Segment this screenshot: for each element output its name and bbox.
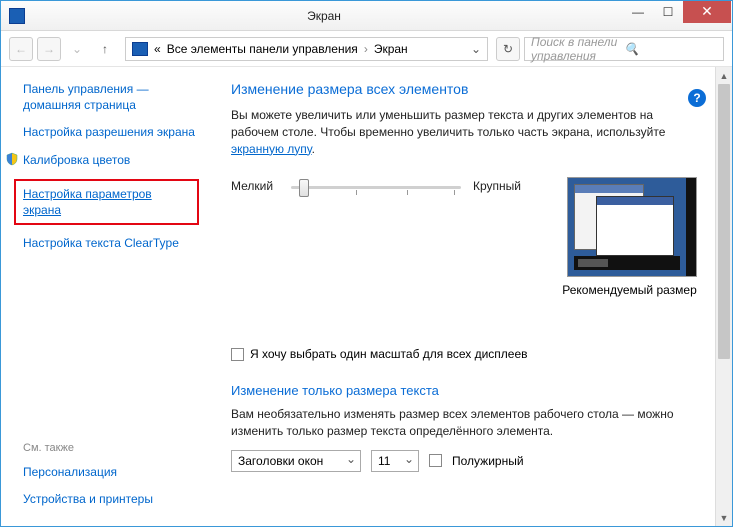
back-button[interactable]: ←: [9, 37, 33, 61]
scroll-up-button[interactable]: ▲: [716, 67, 732, 84]
slider-min-label: Мелкий: [231, 177, 281, 193]
size-select[interactable]: 11: [371, 450, 419, 472]
single-scale-checkbox[interactable]: [231, 348, 244, 361]
up-button[interactable]: ↑: [93, 37, 117, 61]
bold-checkbox[interactable]: [429, 454, 442, 467]
sidebar-home[interactable]: Панель управления — домашняя страница: [23, 81, 199, 113]
size-slider[interactable]: [291, 177, 461, 197]
breadcrumb-item-2[interactable]: Экран: [374, 42, 408, 56]
sidebar-calibration[interactable]: Калибровка цветов: [23, 152, 130, 168]
element-select[interactable]: Заголовки окон: [231, 450, 361, 472]
vertical-scrollbar[interactable]: ▲ ▼: [715, 67, 732, 526]
main-description: Вы можете увеличить или уменьшить размер…: [231, 107, 697, 157]
scrollbar-thumb[interactable]: [718, 84, 730, 359]
search-placeholder: Поиск в панели управления: [531, 35, 624, 63]
bold-label: Полужирный: [452, 454, 524, 468]
text-size-heading: Изменение только размера текста: [231, 383, 697, 398]
main-heading: Изменение размера всех элементов: [231, 81, 697, 97]
preview-thumbnail: [567, 177, 697, 277]
breadcrumb-sep: ›: [364, 42, 368, 56]
breadcrumb-item-1[interactable]: Все элементы панели управления: [167, 42, 358, 56]
help-icon[interactable]: ?: [688, 89, 706, 107]
see-also-label: См. также: [23, 442, 199, 454]
search-input[interactable]: Поиск в панели управления 🔍: [524, 37, 724, 61]
sidebar-personalization[interactable]: Персонализация: [23, 464, 199, 480]
highlighted-sidebar-item: Настройка параметров экрана: [14, 179, 199, 225]
search-icon: 🔍: [624, 42, 717, 56]
breadcrumb[interactable]: « Все элементы панели управления › Экран…: [125, 37, 488, 61]
app-icon: [9, 8, 25, 24]
close-button[interactable]: ✕: [683, 1, 731, 23]
recent-dropdown[interactable]: ⌄: [65, 37, 89, 61]
shield-icon: [5, 152, 19, 166]
sidebar-devices[interactable]: Устройства и принтеры: [23, 491, 199, 507]
single-scale-label: Я хочу выбрать один масштаб для всех дис…: [250, 347, 528, 361]
breadcrumb-dropdown-icon[interactable]: ⌄: [471, 42, 481, 56]
magnifier-link[interactable]: экранную лупу: [231, 142, 312, 156]
forward-button[interactable]: →: [37, 37, 61, 61]
slider-max-label: Крупный: [471, 177, 521, 193]
text-size-description: Вам необязательно изменять размер всех э…: [231, 406, 697, 440]
scroll-down-button[interactable]: ▼: [716, 509, 732, 526]
maximize-button[interactable]: ☐: [653, 1, 683, 23]
slider-thumb[interactable]: [299, 179, 309, 197]
minimize-button[interactable]: —: [623, 1, 653, 23]
window-title: Экран: [25, 9, 623, 23]
sidebar-params[interactable]: Настройка параметров экрана: [23, 186, 190, 218]
sidebar-resolution[interactable]: Настройка разрешения экрана: [23, 124, 199, 140]
refresh-button[interactable]: ↻: [496, 37, 520, 61]
sidebar-cleartype[interactable]: Настройка текста ClearType: [23, 235, 199, 251]
control-panel-icon: [132, 42, 148, 56]
recommended-label: Рекомендуемый размер: [560, 283, 700, 297]
breadcrumb-prefix: «: [154, 42, 161, 56]
